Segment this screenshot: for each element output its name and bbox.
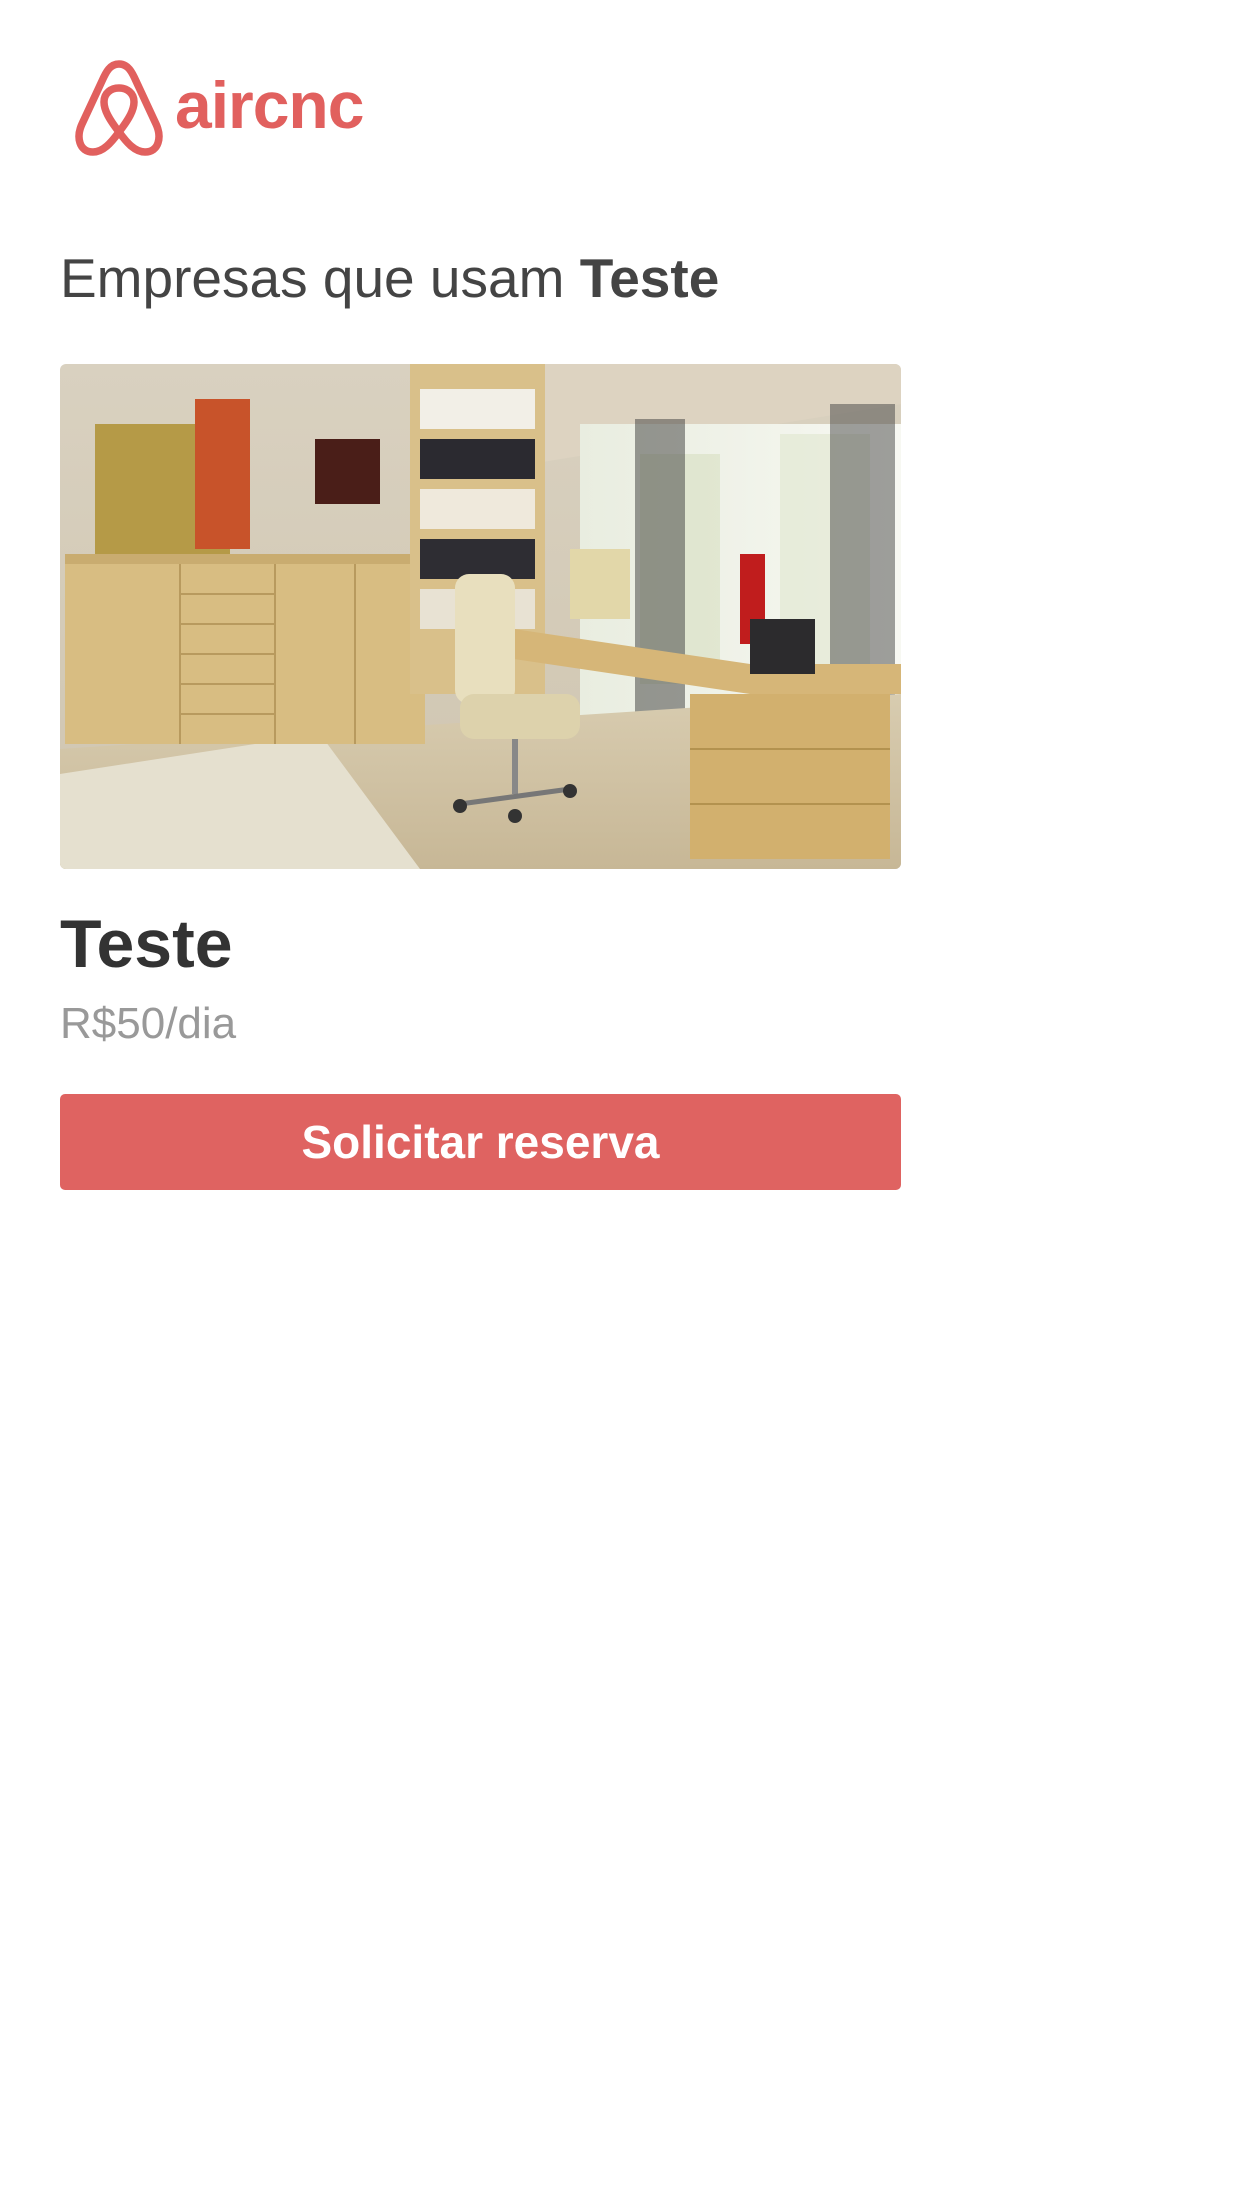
spot-price: R$50/dia — [60, 998, 237, 1048]
spot-card: Teste R$50/dia Solicitar reserva — [60, 364, 901, 1191]
app-header: aircnc — [73, 58, 364, 158]
heading-prefix: Empresas que usam — [60, 247, 565, 309]
heading-tech: Teste — [579, 247, 720, 309]
spot-thumbnail — [60, 364, 901, 869]
spot-company: Teste — [60, 906, 233, 982]
page-heading: Empresas que usam Teste — [60, 245, 719, 311]
airbnb-belo-icon — [75, 60, 163, 156]
request-booking-button[interactable]: Solicitar reserva — [60, 1094, 901, 1191]
brand-name: aircnc — [175, 68, 364, 142]
